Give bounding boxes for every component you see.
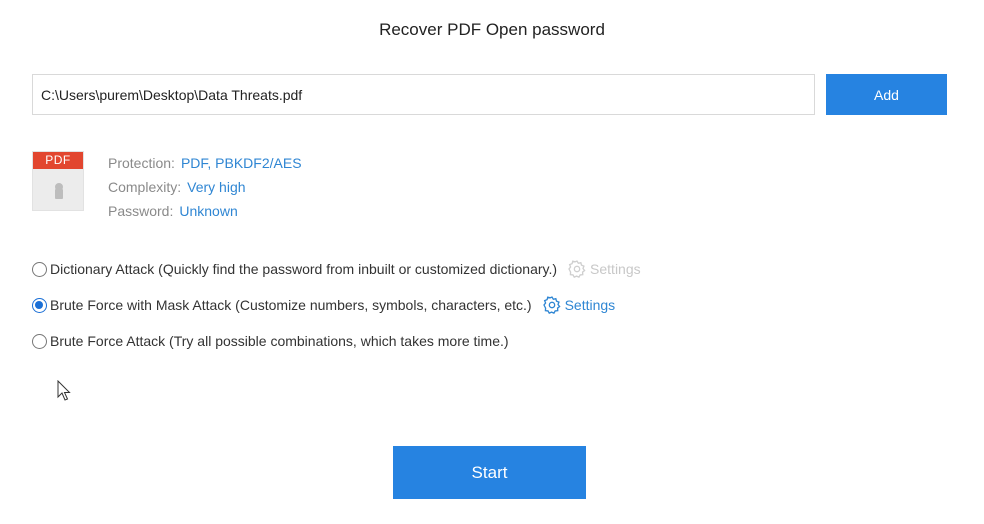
attack-option-brute-force[interactable]: Brute Force Attack (Try all possible com… xyxy=(32,331,509,351)
complexity-value: Very high xyxy=(187,179,246,195)
mask-settings-label: Settings xyxy=(564,297,616,313)
complexity-label: Complexity: xyxy=(108,179,182,195)
file-info: Protection: PDF, PBKDF2/AES Complexity: Ve… xyxy=(108,151,302,223)
brute-force-attack-radio[interactable] xyxy=(32,333,47,349)
password-row: Password: Unknown xyxy=(108,199,302,223)
protection-value: PDF, PBKDF2/AES xyxy=(180,155,302,171)
complexity-row: Complexity: Very high xyxy=(108,175,302,199)
protection-label: Protection: xyxy=(108,155,175,171)
gear-icon xyxy=(568,260,586,279)
gear-icon xyxy=(542,296,561,315)
file-path-field[interactable] xyxy=(32,74,815,115)
recover-pdf-page: Recover PDF Open password Add PDF Protec… xyxy=(0,0,984,524)
password-label: Password: xyxy=(108,203,174,219)
start-button[interactable]: Start xyxy=(393,446,586,499)
brute-force-attack-label: Brute Force Attack (Try all possible com… xyxy=(50,333,509,349)
dictionary-attack-radio[interactable] xyxy=(32,261,47,277)
lock-icon xyxy=(55,183,63,199)
pdf-label: PDF xyxy=(33,152,83,169)
pdf-file-icon: PDF xyxy=(32,151,84,211)
dictionary-attack-label: Dictionary Attack (Quickly find the pass… xyxy=(50,261,558,277)
mask-settings-button[interactable]: Settings xyxy=(542,295,616,315)
attack-option-dictionary[interactable]: Dictionary Attack (Quickly find the pass… xyxy=(32,259,641,279)
protection-row: Protection: PDF, PBKDF2/AES xyxy=(108,151,302,175)
attack-option-mask[interactable]: Brute Force with Mask Attack (Customize … xyxy=(32,295,615,315)
page-title: Recover PDF Open password xyxy=(379,20,605,39)
mask-attack-label: Brute Force with Mask Attack (Customize … xyxy=(50,297,532,313)
mouse-cursor-icon xyxy=(57,380,71,401)
dictionary-settings-button[interactable]: Settings xyxy=(567,259,641,279)
add-button[interactable]: Add xyxy=(826,74,947,115)
dictionary-settings-label: Settings xyxy=(590,261,641,277)
password-value: Unknown xyxy=(179,203,238,219)
mask-attack-radio[interactable] xyxy=(32,297,47,313)
